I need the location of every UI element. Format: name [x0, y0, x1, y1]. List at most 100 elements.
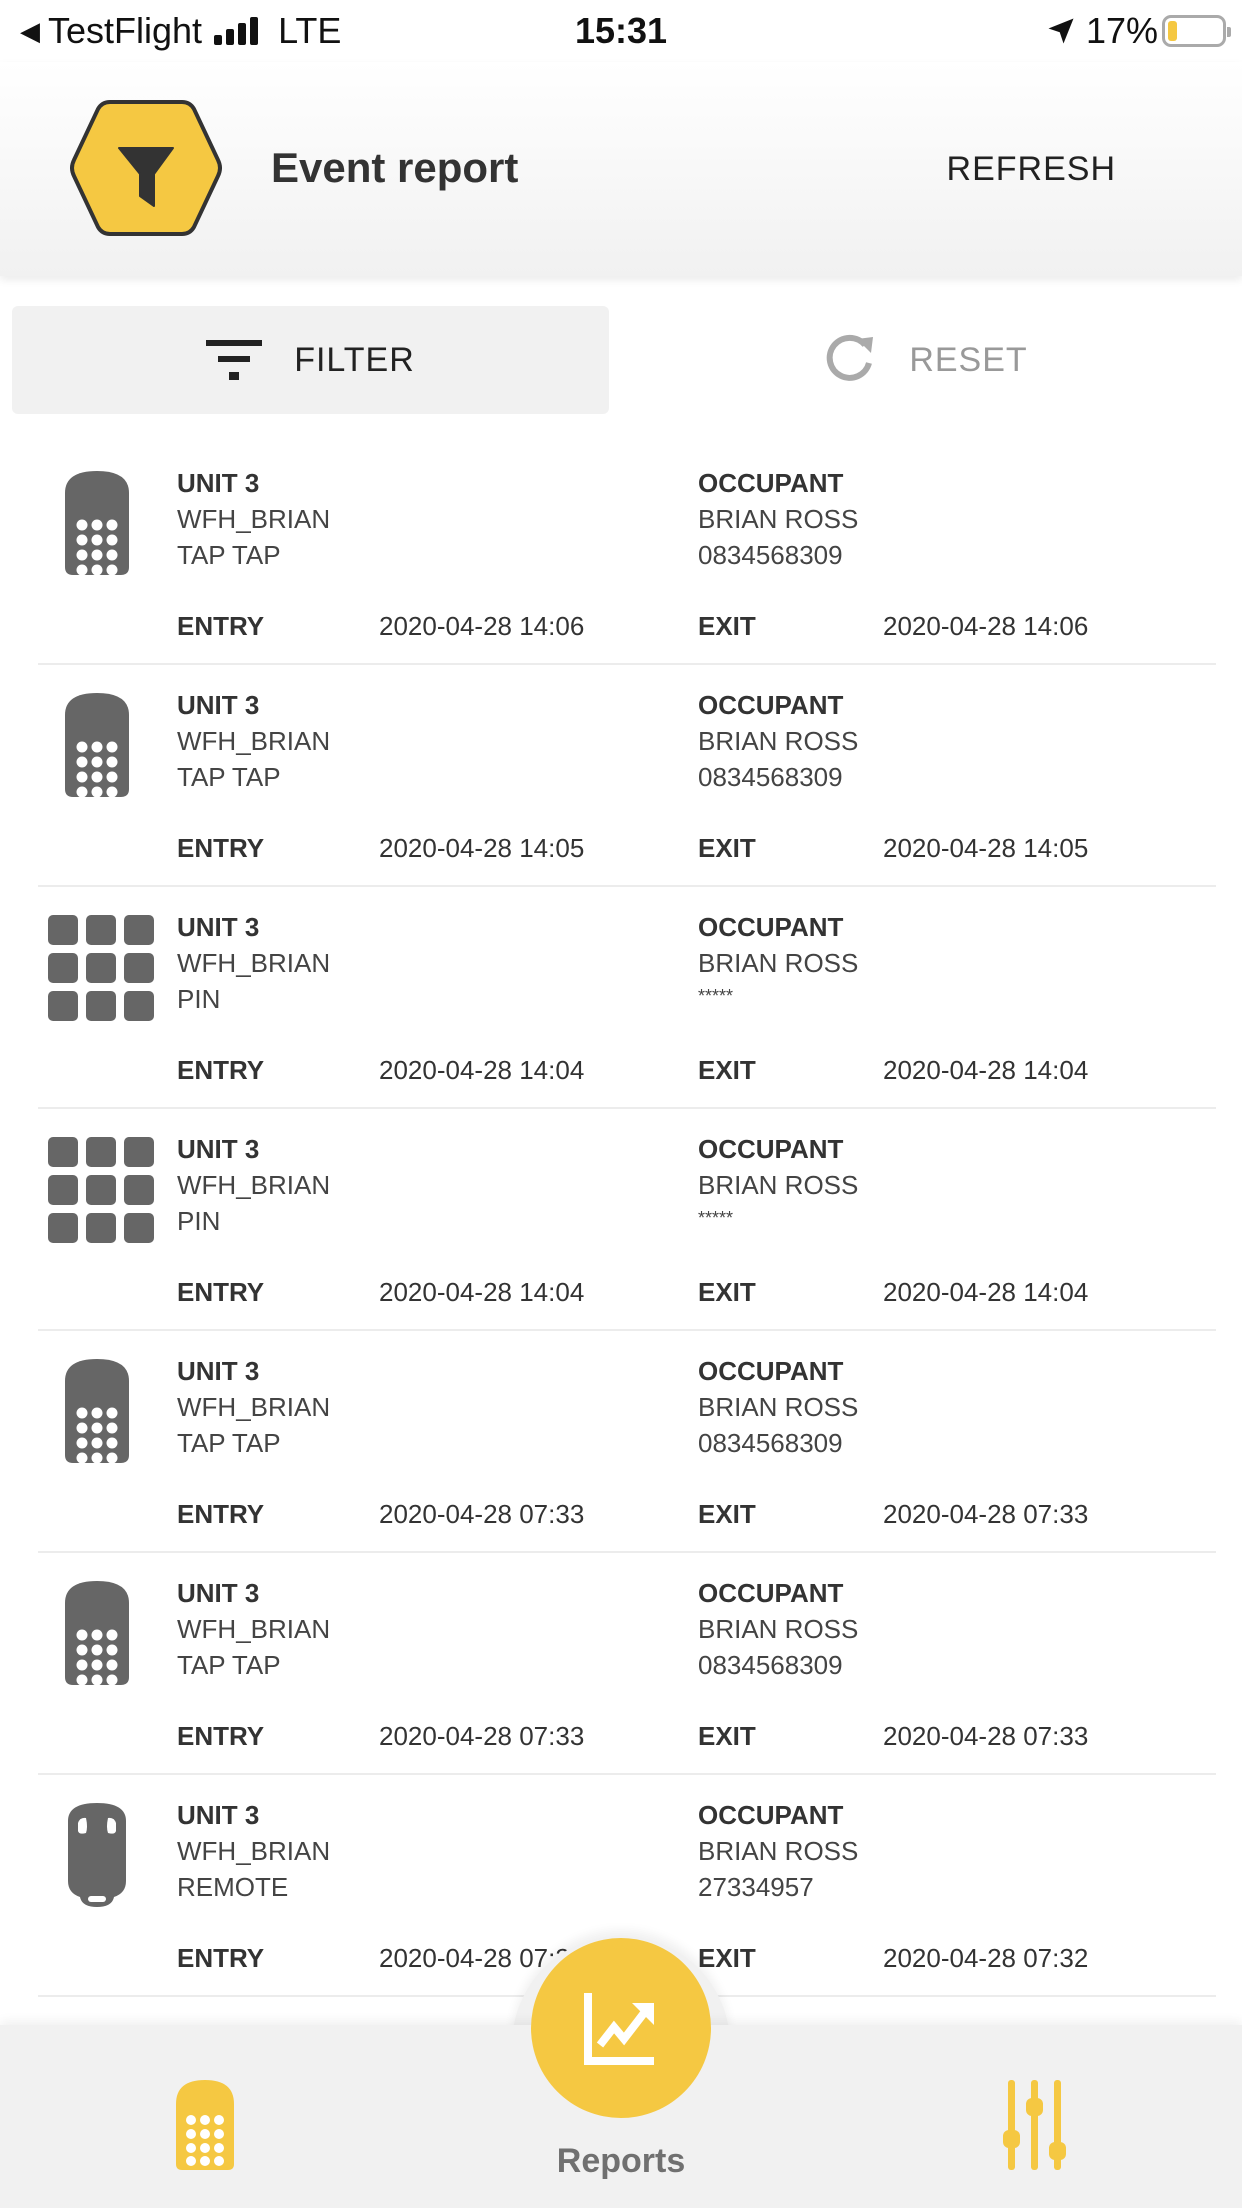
entry-time: 2020-04-28 14:04 [379, 1055, 585, 1085]
entry-time: 2020-04-28 07:33 [379, 1721, 585, 1751]
device-name: WFH_BRIAN [177, 1392, 331, 1422]
occupant-column: OCCUPANT BRIAN ROSS 27334957 [698, 1797, 858, 1905]
unit-column: UNIT 3 WFH_BRIAN PIN [177, 909, 330, 1017]
exit-label: EXIT [698, 1943, 756, 1973]
refresh-button[interactable]: REFRESH [947, 150, 1116, 189]
entry-time: 2020-04-28 14:06 [379, 611, 585, 641]
exit-label: EXIT [698, 611, 756, 641]
key-fob-remote-icon [68, 1803, 126, 1907]
occupant-label: OCCUPANT [698, 690, 844, 720]
unit-label: UNIT 3 [177, 1134, 260, 1164]
entry-label: ENTRY [177, 1943, 265, 1973]
reset-button[interactable]: RESET [621, 306, 1230, 414]
tab-reports[interactable] [531, 1938, 711, 2118]
access-method: TAP TAP [177, 1428, 281, 1458]
unit-column: UNIT 3 WFH_BRIAN REMOTE [177, 1797, 330, 1905]
credential-value: ***** [698, 986, 734, 1006]
app-header: Event report REFRESH [0, 62, 1242, 276]
unit-label: UNIT 3 [177, 690, 260, 720]
filter-button[interactable]: FILTER [12, 306, 609, 414]
event-list: UNIT 3 WFH_BRIAN TAP TAP OCCUPANT BRIAN … [0, 443, 1242, 1997]
event-row[interactable]: UNIT 3 WFH_BRIAN TAP TAP OCCUPANT BRIAN … [0, 1331, 1242, 1553]
keypad-remote-icon [65, 1359, 129, 1464]
access-method: TAP TAP [177, 1650, 281, 1680]
exit-label: EXIT [698, 1055, 756, 1085]
credential-value: ***** [698, 1208, 734, 1228]
pin-keypad-icon [48, 915, 154, 1021]
exit-time: 2020-04-28 14:06 [883, 611, 1089, 641]
access-method: TAP TAP [177, 762, 281, 792]
access-method: TAP TAP [177, 540, 281, 570]
occupant-name: BRIAN ROSS [698, 726, 859, 756]
device-name: WFH_BRIAN [177, 948, 331, 978]
event-row[interactable]: UNIT 3 WFH_BRIAN TAP TAP OCCUPANT BRIAN … [0, 443, 1242, 665]
tab-settings[interactable] [1000, 2080, 1070, 2170]
unit-label: UNIT 3 [177, 1800, 260, 1830]
unit-label: UNIT 3 [177, 912, 260, 942]
keypad-remote-icon [65, 1581, 129, 1686]
entry-label: ENTRY [177, 1499, 265, 1529]
reset-label: RESET [909, 340, 1028, 379]
refresh-arrow-icon [827, 334, 874, 381]
occupant-column: OCCUPANT BRIAN ROSS ***** [698, 1131, 858, 1233]
entry-time: 2020-04-28 07:33 [379, 1499, 585, 1529]
exit-time: 2020-04-28 07:33 [883, 1499, 1089, 1529]
unit-column: UNIT 3 WFH_BRIAN PIN [177, 1131, 330, 1239]
occupant-label: OCCUPANT [698, 1578, 844, 1608]
chart-trend-icon [584, 1993, 654, 2065]
entry-label: ENTRY [177, 1277, 265, 1307]
occupant-label: OCCUPANT [698, 1356, 844, 1386]
exit-label: EXIT [698, 833, 756, 863]
filter-lines-icon [206, 340, 263, 380]
occupant-column: OCCUPANT BRIAN ROSS ***** [698, 909, 858, 1011]
battery-icon [1162, 15, 1231, 47]
occupant-column: OCCUPANT BRIAN ROSS 0834568309 [698, 1575, 858, 1683]
credential-value: 0834568309 [698, 540, 843, 570]
event-row[interactable]: UNIT 3 WFH_BRIAN TAP TAP OCCUPANT BRIAN … [0, 1553, 1242, 1775]
entry-time: 2020-04-28 14:05 [379, 833, 585, 863]
page-title: Event report [271, 144, 519, 191]
unit-label: UNIT 3 [177, 1356, 260, 1386]
device-name: WFH_BRIAN [177, 504, 331, 534]
exit-time: 2020-04-28 07:32 [883, 1943, 1089, 1973]
occupant-label: OCCUPANT [698, 468, 844, 498]
occupant-name: BRIAN ROSS [698, 1836, 859, 1866]
keypad-remote-icon [65, 693, 129, 798]
filter-label: FILTER [294, 340, 415, 379]
occupant-label: OCCUPANT [698, 1134, 844, 1164]
occupant-name: BRIAN ROSS [698, 1392, 859, 1422]
access-method: PIN [177, 1206, 221, 1236]
pin-keypad-icon [48, 1137, 154, 1243]
device-name: WFH_BRIAN [177, 1836, 331, 1866]
occupant-name: BRIAN ROSS [698, 504, 859, 534]
entry-label: ENTRY [177, 833, 265, 863]
access-method: REMOTE [177, 1872, 289, 1902]
exit-label: EXIT [698, 1721, 756, 1751]
exit-time: 2020-04-28 14:04 [883, 1277, 1089, 1307]
sliders-icon [1003, 2080, 1066, 2170]
status-right: 17% [1046, 10, 1231, 52]
occupant-label: OCCUPANT [698, 1800, 844, 1830]
device-name: WFH_BRIAN [177, 1170, 331, 1200]
exit-time: 2020-04-28 14:04 [883, 1055, 1089, 1085]
keypad-remote-icon [65, 471, 129, 576]
entry-label: ENTRY [177, 611, 265, 641]
exit-time: 2020-04-28 07:33 [883, 1721, 1089, 1751]
unit-label: UNIT 3 [177, 468, 260, 498]
entry-time: 2020-04-28 14:04 [379, 1277, 585, 1307]
occupant-column: OCCUPANT BRIAN ROSS 0834568309 [698, 687, 858, 795]
occupant-name: BRIAN ROSS [698, 1614, 859, 1644]
exit-label: EXIT [698, 1499, 756, 1529]
occupant-column: OCCUPANT BRIAN ROSS 0834568309 [698, 1353, 858, 1461]
unit-column: UNIT 3 WFH_BRIAN TAP TAP [177, 1575, 330, 1683]
exit-time: 2020-04-28 14:05 [883, 833, 1089, 863]
access-method: PIN [177, 984, 221, 1014]
event-row[interactable]: UNIT 3 WFH_BRIAN PIN OCCUPANT BRIAN ROSS… [0, 1109, 1242, 1331]
occupant-name: BRIAN ROSS [698, 1170, 859, 1200]
entry-label: ENTRY [177, 1055, 265, 1085]
event-row[interactable]: UNIT 3 WFH_BRIAN TAP TAP OCCUPANT BRIAN … [0, 665, 1242, 887]
funnel-hexagon-logo-icon [70, 100, 222, 236]
location-arrow-icon [1048, 18, 1074, 44]
exit-label: EXIT [698, 1277, 756, 1307]
event-row[interactable]: UNIT 3 WFH_BRIAN PIN OCCUPANT BRIAN ROSS… [0, 887, 1242, 1109]
